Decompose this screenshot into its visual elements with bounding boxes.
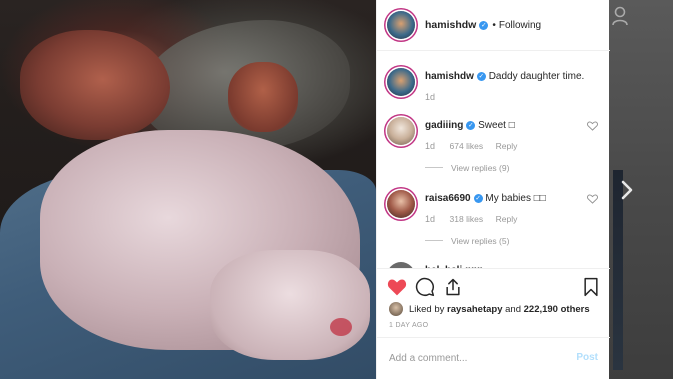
caption-avatar[interactable]	[387, 68, 415, 96]
verified-badge-icon: ✓	[466, 121, 476, 130]
comment-meta: 1d 318 likes Reply	[425, 214, 517, 224]
photo-face	[20, 30, 170, 140]
verified-badge-icon: ✓	[473, 194, 483, 203]
replies-divider	[425, 167, 443, 168]
comment-time[interactable]: 1d	[425, 141, 435, 151]
caption-meta: 1d	[425, 92, 435, 102]
comment-text-row: raisa6690 ✓ My babies □□	[425, 192, 585, 205]
heart-filled-icon[interactable]	[387, 277, 407, 297]
likes-and: and	[505, 303, 521, 315]
caption-time[interactable]: 1d	[425, 92, 435, 102]
caption-text-row: hamishdw ✓ Daddy daughter time.	[425, 70, 585, 83]
comment-text: Sweet □	[478, 120, 515, 131]
comment-likes[interactable]: 318 likes	[450, 214, 484, 224]
view-replies-button[interactable]: View replies (5)	[425, 236, 509, 246]
view-replies-label: View replies (5)	[451, 236, 510, 246]
share-icon[interactable]	[443, 277, 463, 297]
comment-input[interactable]	[389, 350, 569, 366]
replies-divider	[425, 240, 443, 241]
photo-baby-leg	[210, 250, 370, 360]
verified-badge-icon: ✓	[479, 20, 489, 30]
likes-summary: Liked by raysahetapy and 222,190 others	[389, 302, 590, 316]
post-actions-bar	[377, 268, 610, 302]
person-icon[interactable]	[612, 6, 628, 26]
bookmark-icon[interactable]	[581, 277, 601, 297]
comment-text-row: gadiiing ✓ Sweet □	[425, 119, 585, 132]
post-side-panel: hamishdw ✓ • Following hamishdw ✓ Daddy d…	[376, 0, 610, 379]
reply-button[interactable]: Reply	[496, 214, 518, 224]
post-photo[interactable]	[0, 0, 376, 379]
photo-hand	[228, 62, 298, 132]
view-replies-label: View replies (9)	[451, 163, 510, 173]
post-comment-button[interactable]: Post	[576, 352, 598, 363]
speech-bubble-icon[interactable]	[415, 277, 435, 297]
commenter-avatar[interactable]	[387, 190, 415, 218]
author-username[interactable]: hamishdw	[425, 19, 476, 31]
caption-username[interactable]: hamishdw	[425, 71, 474, 82]
comment-time[interactable]: 1d	[425, 214, 435, 224]
post-header: hamishdw ✓ • Following	[377, 0, 610, 51]
comment-meta: 1d 674 likes Reply	[425, 141, 517, 151]
author-avatar[interactable]	[387, 11, 415, 39]
reply-button[interactable]: Reply	[496, 141, 518, 151]
liker-avatar[interactable]	[389, 302, 403, 316]
post-time-ago[interactable]: 1 DAY AGO	[389, 322, 428, 329]
liker-username[interactable]: raysahetapy	[447, 304, 502, 315]
header-separator: •	[492, 19, 496, 31]
view-replies-button[interactable]: View replies (9)	[425, 163, 509, 173]
commenter-username[interactable]: raisa6690	[425, 193, 471, 204]
comment-text: My babies □□	[485, 193, 546, 204]
comments-list[interactable]: hamishdw ✓ Daddy daughter time. 1d gadiii…	[377, 52, 610, 268]
likes-count[interactable]: 222,190 others	[524, 304, 590, 315]
likes-prefix: Liked by	[409, 303, 445, 315]
commenter-avatar[interactable]	[387, 117, 415, 145]
photo-detail	[330, 318, 352, 336]
chevron-right-icon[interactable]	[618, 178, 636, 202]
caption-text: Daddy daughter time.	[488, 71, 585, 82]
add-comment-section: Post	[377, 337, 610, 379]
commenter-username[interactable]: gadiiing	[425, 120, 463, 131]
comment-likes[interactable]: 674 likes	[450, 141, 484, 151]
following-button[interactable]: Following	[499, 20, 541, 31]
comment-like-heart-icon[interactable]	[587, 121, 598, 131]
verified-badge-icon: ✓	[476, 72, 486, 81]
comment-like-heart-icon[interactable]	[587, 194, 598, 204]
